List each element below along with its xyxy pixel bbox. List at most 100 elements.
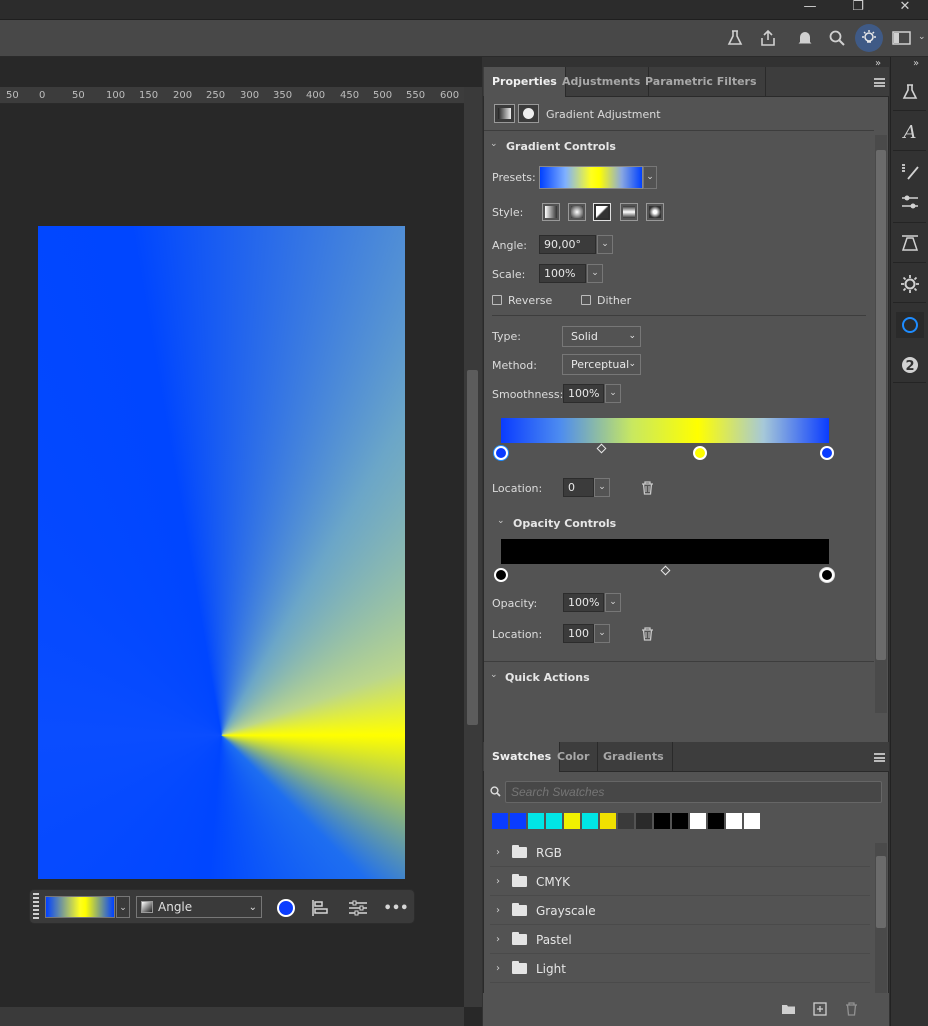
swatch-chip[interactable] — [564, 813, 580, 829]
chevron-down-icon[interactable]: ⌄ — [605, 384, 621, 403]
color-stop-yellow[interactable] — [693, 446, 707, 460]
chevron-down-icon[interactable]: ⌄ — [643, 166, 657, 189]
swatch-chip[interactable] — [726, 813, 742, 829]
collapse-column-icon[interactable]: » — [913, 58, 919, 69]
sliders-icon[interactable] — [347, 897, 369, 919]
linear-style-button[interactable] — [542, 203, 560, 221]
new-group-folder-icon[interactable] — [779, 1000, 797, 1018]
swatch-chip[interactable] — [492, 813, 508, 829]
gradient-controls-heading[interactable]: Gradient Controls — [506, 140, 616, 153]
search-icon[interactable] — [825, 26, 849, 50]
swatches-scroll-thumb[interactable] — [876, 856, 886, 928]
diamond-style-button[interactable] — [646, 203, 664, 221]
gradient-style-dropdown[interactable]: Angle ⌄ — [136, 896, 262, 918]
vertical-scroll-thumb[interactable] — [467, 370, 478, 725]
reflected-style-button[interactable] — [620, 203, 638, 221]
opacity-controls-heading[interactable]: Opacity Controls — [513, 517, 616, 530]
share-icon[interactable] — [756, 26, 780, 50]
drag-handle[interactable] — [33, 893, 39, 920]
delete-swatch-icon[interactable] — [842, 1000, 860, 1018]
color-location-input[interactable]: 0 — [563, 478, 594, 497]
flask-icon[interactable] — [898, 80, 922, 104]
opacity-stop-end[interactable] — [820, 568, 834, 582]
swatch-chip[interactable] — [654, 813, 670, 829]
chevron-down-icon[interactable]: ⌄ — [490, 139, 498, 149]
chevron-down-icon[interactable]: ⌄ — [594, 624, 610, 643]
flask-icon[interactable] — [723, 26, 747, 50]
chevron-down-icon[interactable]: ⌄ — [594, 478, 610, 497]
panel-menu-icon[interactable] — [874, 78, 885, 87]
mask-icon[interactable] — [518, 104, 539, 123]
swatch-group-cmyk[interactable]: › CMYK — [490, 868, 870, 896]
chevron-down-icon[interactable]: ⌄ — [597, 235, 613, 254]
swatch-group-light[interactable]: › Light — [490, 955, 870, 983]
swatch-chip[interactable] — [672, 813, 688, 829]
canvas-gradient-image[interactable] — [38, 226, 405, 879]
scale-input[interactable]: 100% — [539, 264, 586, 283]
align-icon[interactable] — [309, 897, 331, 919]
opacity-input[interactable]: 100% — [563, 593, 604, 612]
restore-button[interactable]: ❐ — [843, 0, 873, 20]
swatch-chip[interactable] — [528, 813, 544, 829]
swatch-chip[interactable] — [618, 813, 634, 829]
bell-icon[interactable] — [793, 26, 817, 50]
angle-style-button[interactable] — [593, 203, 611, 221]
chevron-down-icon[interactable]: ⌄ — [918, 32, 926, 42]
tab-gradients[interactable]: Gradients — [595, 742, 673, 772]
swatch-chip[interactable] — [600, 813, 616, 829]
reverse-checkbox[interactable] — [492, 295, 502, 305]
chevron-down-icon[interactable]: ⌄ — [605, 593, 621, 612]
delete-color-stop-icon[interactable] — [641, 481, 654, 498]
chevron-down-icon[interactable]: ⌄ — [497, 516, 505, 526]
swatch-chip[interactable] — [690, 813, 706, 829]
discover-button[interactable] — [855, 24, 883, 52]
chevron-down-icon[interactable]: ⌄ — [116, 896, 130, 918]
angle-input[interactable]: 90,00° — [539, 235, 596, 254]
gradient-ramp[interactable] — [501, 418, 829, 443]
method-dropdown[interactable]: Perceptual ⌄ — [562, 354, 641, 375]
delete-opacity-stop-icon[interactable] — [641, 627, 654, 644]
swatch-chip[interactable] — [510, 813, 526, 829]
properties-panel-button[interactable] — [896, 312, 924, 338]
quick-actions-heading[interactable]: Quick Actions — [505, 671, 590, 684]
chevron-down-icon[interactable]: ⌄ — [490, 670, 498, 680]
color-stop-selected[interactable] — [494, 446, 508, 460]
swatch-chip[interactable] — [744, 813, 760, 829]
tab-adjustments[interactable]: Adjustments — [554, 67, 650, 97]
adjustments-sun-icon[interactable] — [898, 272, 922, 296]
type-dropdown[interactable]: Solid ⌄ — [562, 326, 641, 347]
tab-parametric-filters[interactable]: Parametric Filters — [637, 67, 766, 97]
workspace-icon[interactable] — [888, 26, 918, 50]
color-circle-button[interactable] — [275, 897, 297, 919]
chevron-down-icon[interactable]: ⌄ — [587, 264, 603, 283]
swatch-group-rgb[interactable]: › RGB — [490, 839, 870, 867]
brush-settings-icon[interactable] — [898, 160, 922, 184]
swatches-search-input[interactable] — [505, 781, 882, 803]
opacity-ramp[interactable] — [501, 539, 829, 564]
dither-checkbox[interactable] — [581, 295, 591, 305]
swatch-chip[interactable] — [546, 813, 562, 829]
swatch-chip[interactable] — [708, 813, 724, 829]
gradient-preset-picker[interactable] — [539, 166, 643, 189]
close-button[interactable]: ✕ — [890, 0, 920, 20]
swatch-chip[interactable] — [582, 813, 598, 829]
more-options-button[interactable]: ••• — [384, 897, 409, 919]
adjust-sliders-icon[interactable] — [898, 190, 922, 214]
swatch-group-grayscale[interactable]: › Grayscale — [490, 897, 870, 925]
history-icon[interactable]: 2 — [898, 353, 922, 377]
character-icon[interactable]: A — [898, 120, 922, 144]
gradient-preset-swatch[interactable] — [45, 896, 115, 918]
tab-color[interactable]: Color — [549, 742, 599, 772]
horizontal-scrollbar[interactable] — [0, 1007, 464, 1026]
color-stop-blue[interactable] — [820, 446, 834, 460]
perspective-icon[interactable] — [898, 231, 922, 255]
new-swatch-icon[interactable] — [811, 1000, 829, 1018]
opacity-stop-start[interactable] — [494, 568, 508, 582]
swatch-group-pastel[interactable]: › Pastel — [490, 926, 870, 954]
swatch-chip[interactable] — [636, 813, 652, 829]
radial-style-button[interactable] — [568, 203, 586, 221]
panel-menu-icon[interactable] — [874, 753, 885, 762]
minimize-button[interactable]: — — [795, 0, 825, 20]
opacity-location-input[interactable]: 100 — [563, 624, 594, 643]
properties-scroll-thumb[interactable] — [876, 150, 886, 660]
